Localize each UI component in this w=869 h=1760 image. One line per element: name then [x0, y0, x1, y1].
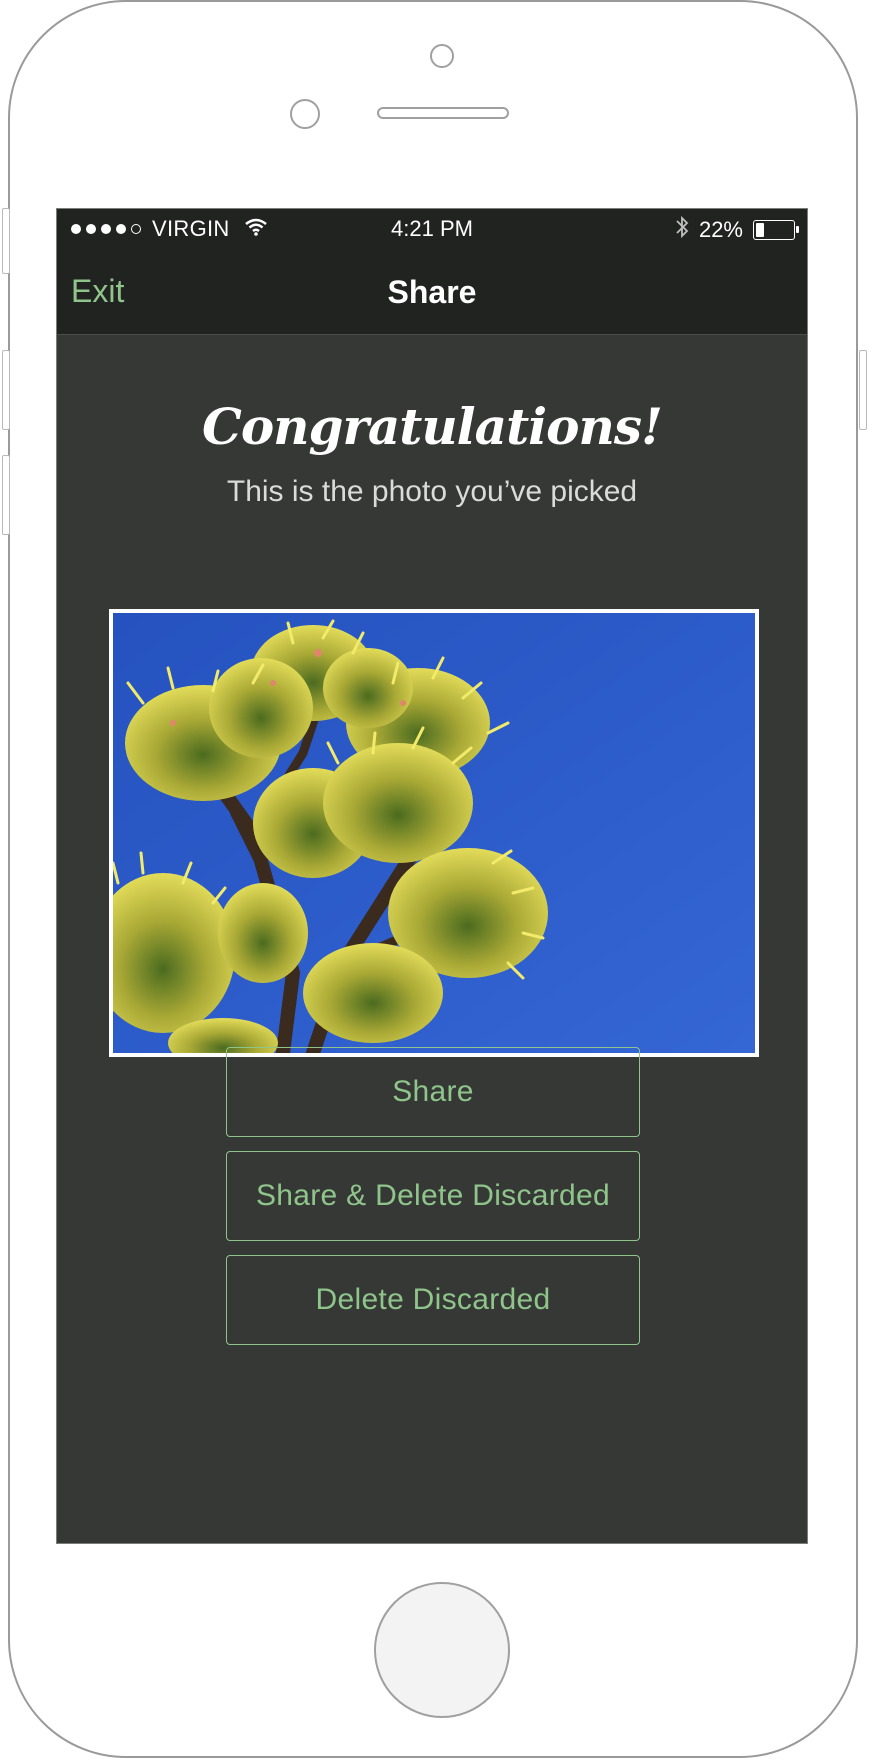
congratulations-heading: Congratulations! — [202, 397, 663, 456]
volume-down-button — [2, 455, 10, 535]
share-button[interactable]: Share — [226, 1047, 640, 1137]
battery-percent: 22% — [698, 217, 743, 242]
picked-photo-subtitle: This is the photo you’ve picked — [226, 475, 638, 508]
share-and-delete-discarded-button[interactable]: Share & Delete Discarded — [226, 1151, 640, 1241]
home-button[interactable] — [374, 1582, 510, 1718]
delete-discarded-button[interactable]: Delete Discarded — [226, 1255, 640, 1345]
navigation-bar: Exit Share — [57, 249, 807, 335]
bluetooth-icon — [675, 215, 689, 245]
picked-photo — [109, 609, 759, 1057]
earpiece-speaker — [377, 107, 509, 119]
nav-title: Share — [387, 274, 477, 310]
app-screen: VIRGIN 4:21 PM 22% Exit Share Congratula… — [56, 208, 808, 1544]
status-right: 22% — [675, 215, 799, 245]
mute-switch — [2, 208, 10, 274]
proximity-sensor — [290, 99, 320, 129]
power-button — [859, 350, 867, 430]
battery-level-fill — [756, 223, 764, 237]
front-camera — [430, 44, 454, 68]
status-bar: VIRGIN 4:21 PM 22% — [57, 209, 807, 249]
volume-up-button — [2, 350, 10, 430]
battery-icon — [753, 220, 799, 240]
agave-flower-photo — [113, 613, 755, 1053]
